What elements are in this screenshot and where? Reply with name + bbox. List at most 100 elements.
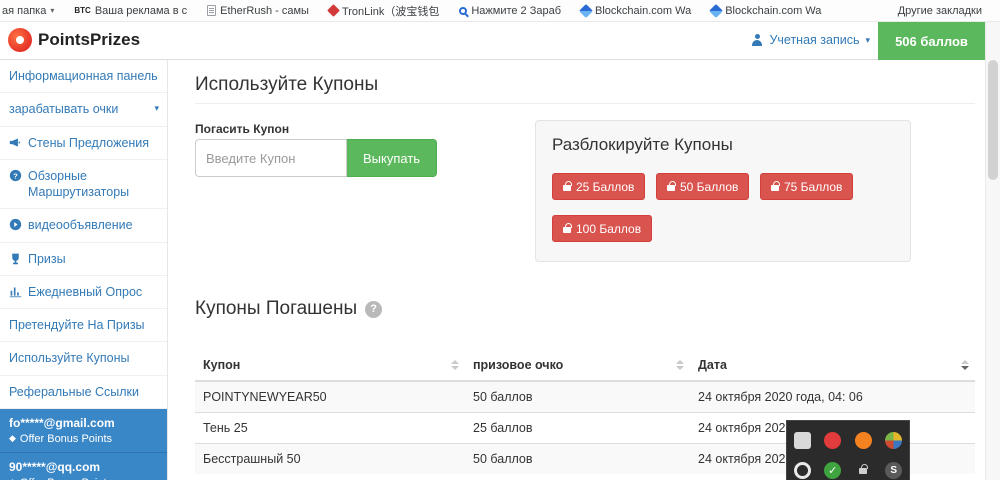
svg-text:?: ?: [13, 171, 18, 180]
sidebar-item-claim-prizes[interactable]: Претендуйте На Призы: [0, 309, 167, 342]
system-tray-popup: ✓ S: [786, 420, 910, 480]
sidebar-item-label: Стены Предложения: [28, 135, 159, 151]
cell-coupon: Тень 25: [195, 413, 465, 444]
scrollbar[interactable]: [985, 22, 1000, 480]
unlock-coupons-panel: Разблокируйте Купоны 25 Баллов 50 Баллов…: [535, 120, 911, 262]
blockchain-icon: [709, 3, 723, 17]
bookmark-item[interactable]: EtherRush - самы: [207, 5, 309, 17]
referral-email: 90*****@qq.com: [9, 460, 158, 474]
bookmark-label: Нажмите 2 Зараб: [471, 5, 561, 17]
ring-icon[interactable]: [794, 462, 811, 479]
gift-icon: ◆: [9, 433, 16, 444]
bookmark-item[interactable]: BTC Ваша реклама в с: [74, 5, 187, 17]
sidebar-item-referral-links[interactable]: Реферальные Ссылки: [0, 376, 167, 409]
referral-banner[interactable]: fo*****@gmail.com ◆ Offer Bonus Points: [0, 409, 167, 453]
referral-banner[interactable]: 90*****@qq.com ◆ Offer Bonus Points: [0, 453, 167, 480]
lock-icon: [667, 185, 675, 191]
unlock-50-button[interactable]: 50 Баллов: [656, 173, 749, 200]
scrollbar-thumb[interactable]: [988, 60, 998, 180]
referral-email: fo*****@gmail.com: [9, 416, 158, 430]
question-circle-icon: ?: [9, 169, 22, 182]
sidebar-item-use-coupons[interactable]: Используйте Купоны: [0, 342, 167, 375]
column-header-points[interactable]: призовое очко: [465, 350, 690, 381]
brand-logo-link[interactable]: PointsPrizes: [8, 28, 140, 52]
sidebar-item-offer-walls[interactable]: Стены Предложения: [0, 127, 167, 160]
redeem-group: Выкупать: [195, 139, 437, 177]
brand-name: PointsPrizes: [38, 30, 140, 50]
bookmarks-bar: ая папка ▾ BTC Ваша реклама в с EtherRus…: [0, 0, 1000, 22]
bookmark-label: EtherRush - самы: [220, 5, 309, 17]
account-menu[interactable]: Учетная запись ▾: [751, 33, 870, 47]
sidebar-item-label: Обзорные Маршрутизаторы: [28, 168, 159, 201]
redeem-button[interactable]: Выкупать: [347, 139, 437, 177]
orange-app-icon[interactable]: [855, 432, 872, 449]
sort-icon: [451, 360, 459, 370]
sidebar-item-video-ads[interactable]: видеообъявление: [0, 209, 167, 242]
sidebar-item-survey-routers[interactable]: ? Обзорные Маршрутизаторы: [0, 160, 167, 210]
red-shield-icon[interactable]: [824, 432, 841, 449]
sidebar-item-label: Реферальные Ссылки: [9, 384, 159, 400]
user-icon: [751, 34, 763, 46]
unlock-100-button[interactable]: 100 Баллов: [552, 215, 652, 242]
sort-icon: [676, 360, 684, 370]
cell-points: 25 баллов: [465, 413, 690, 444]
cell-coupon: Бесстрашный 50: [195, 444, 465, 475]
pointsprizes-logo-icon: [8, 28, 32, 52]
lock-icon: [563, 227, 571, 233]
divider: [195, 103, 975, 104]
cell-coupon: POINTYNEWYEAR50: [195, 381, 465, 413]
column-header-coupon[interactable]: Купон: [195, 350, 465, 381]
bookmark-item[interactable]: Blockchain.com Wa: [711, 5, 821, 17]
bookmark-item[interactable]: Нажмите 2 Зараб: [459, 5, 561, 17]
unlock-coupons-title: Разблокируйте Купоны: [552, 135, 733, 155]
s-badge-icon[interactable]: S: [885, 462, 902, 479]
coupon-input[interactable]: [195, 139, 347, 177]
column-label: призовое очко: [473, 358, 563, 372]
lock-icon[interactable]: [855, 462, 872, 479]
bookmark-folder[interactable]: ая папка ▾: [2, 5, 54, 17]
megaphone-icon: [9, 136, 22, 149]
sort-desc-icon: [961, 360, 969, 370]
unlock-75-button[interactable]: 75 Баллов: [760, 173, 853, 200]
bookmark-item[interactable]: Blockchain.com Wa: [581, 5, 691, 17]
lock-icon: [563, 185, 571, 191]
sidebar-item-prizes[interactable]: Призы: [0, 243, 167, 276]
blockchain-icon: [579, 3, 593, 17]
table-header-row: Купон призовое очко Дата: [195, 350, 975, 381]
bookmark-label: Blockchain.com Wa: [595, 5, 691, 17]
points-balance-button[interactable]: 506 баллов: [878, 22, 985, 60]
sidebar-item-label: Претендуйте На Призы: [9, 317, 159, 333]
sidebar-item-dashboard[interactable]: Информационная панель: [0, 60, 167, 93]
unlock-25-button[interactable]: 25 Баллов: [552, 173, 645, 200]
lock-icon: [771, 185, 779, 191]
bookmark-item[interactable]: TronLink（波宝钱包: [329, 3, 439, 19]
unlock-button-label: 75 Баллов: [784, 180, 842, 194]
bookmark-label: Blockchain.com Wa: [725, 5, 821, 17]
site-header: PointsPrizes Учетная запись ▾ 506 баллов: [0, 22, 1000, 60]
sidebar-item-label: зарабатывать очки: [9, 101, 148, 117]
column-header-date[interactable]: Дата: [690, 350, 975, 381]
tronlink-icon: [327, 4, 340, 17]
sidebar: Информационная панель зарабатывать очки …: [0, 60, 168, 480]
chevron-down-icon: ▾: [865, 35, 870, 46]
cell-points: 50 баллов: [465, 381, 690, 413]
keys-icon[interactable]: [885, 432, 902, 449]
sidebar-item-label: Информационная панель: [9, 68, 159, 84]
column-label: Купон: [203, 358, 240, 372]
coupons-redeemed-label: Купоны Погашены: [195, 298, 357, 320]
green-check-icon[interactable]: ✓: [824, 462, 841, 479]
sidebar-item-daily-poll[interactable]: Ежедневный Опрос: [0, 276, 167, 309]
bookmark-label: Ваша реклама в с: [95, 5, 187, 17]
chevron-down-icon: ▾: [154, 103, 159, 115]
chat-icon[interactable]: [794, 432, 811, 449]
page-icon: [207, 5, 216, 16]
column-label: Дата: [698, 358, 727, 372]
screen: ая папка ▾ BTC Ваша реклама в с EtherRus…: [0, 0, 1000, 480]
sidebar-item-earn-points[interactable]: зарабатывать очки ▾: [0, 93, 167, 126]
unlock-button-label: 100 Баллов: [576, 222, 641, 236]
other-bookmarks-button[interactable]: Другие закладки: [898, 0, 982, 22]
cell-date: 24 октября 2020 года, 04: 06: [690, 381, 975, 413]
chevron-down-icon: ▾: [50, 6, 54, 15]
unlock-button-label: 50 Баллов: [680, 180, 738, 194]
help-icon[interactable]: ?: [365, 301, 382, 318]
